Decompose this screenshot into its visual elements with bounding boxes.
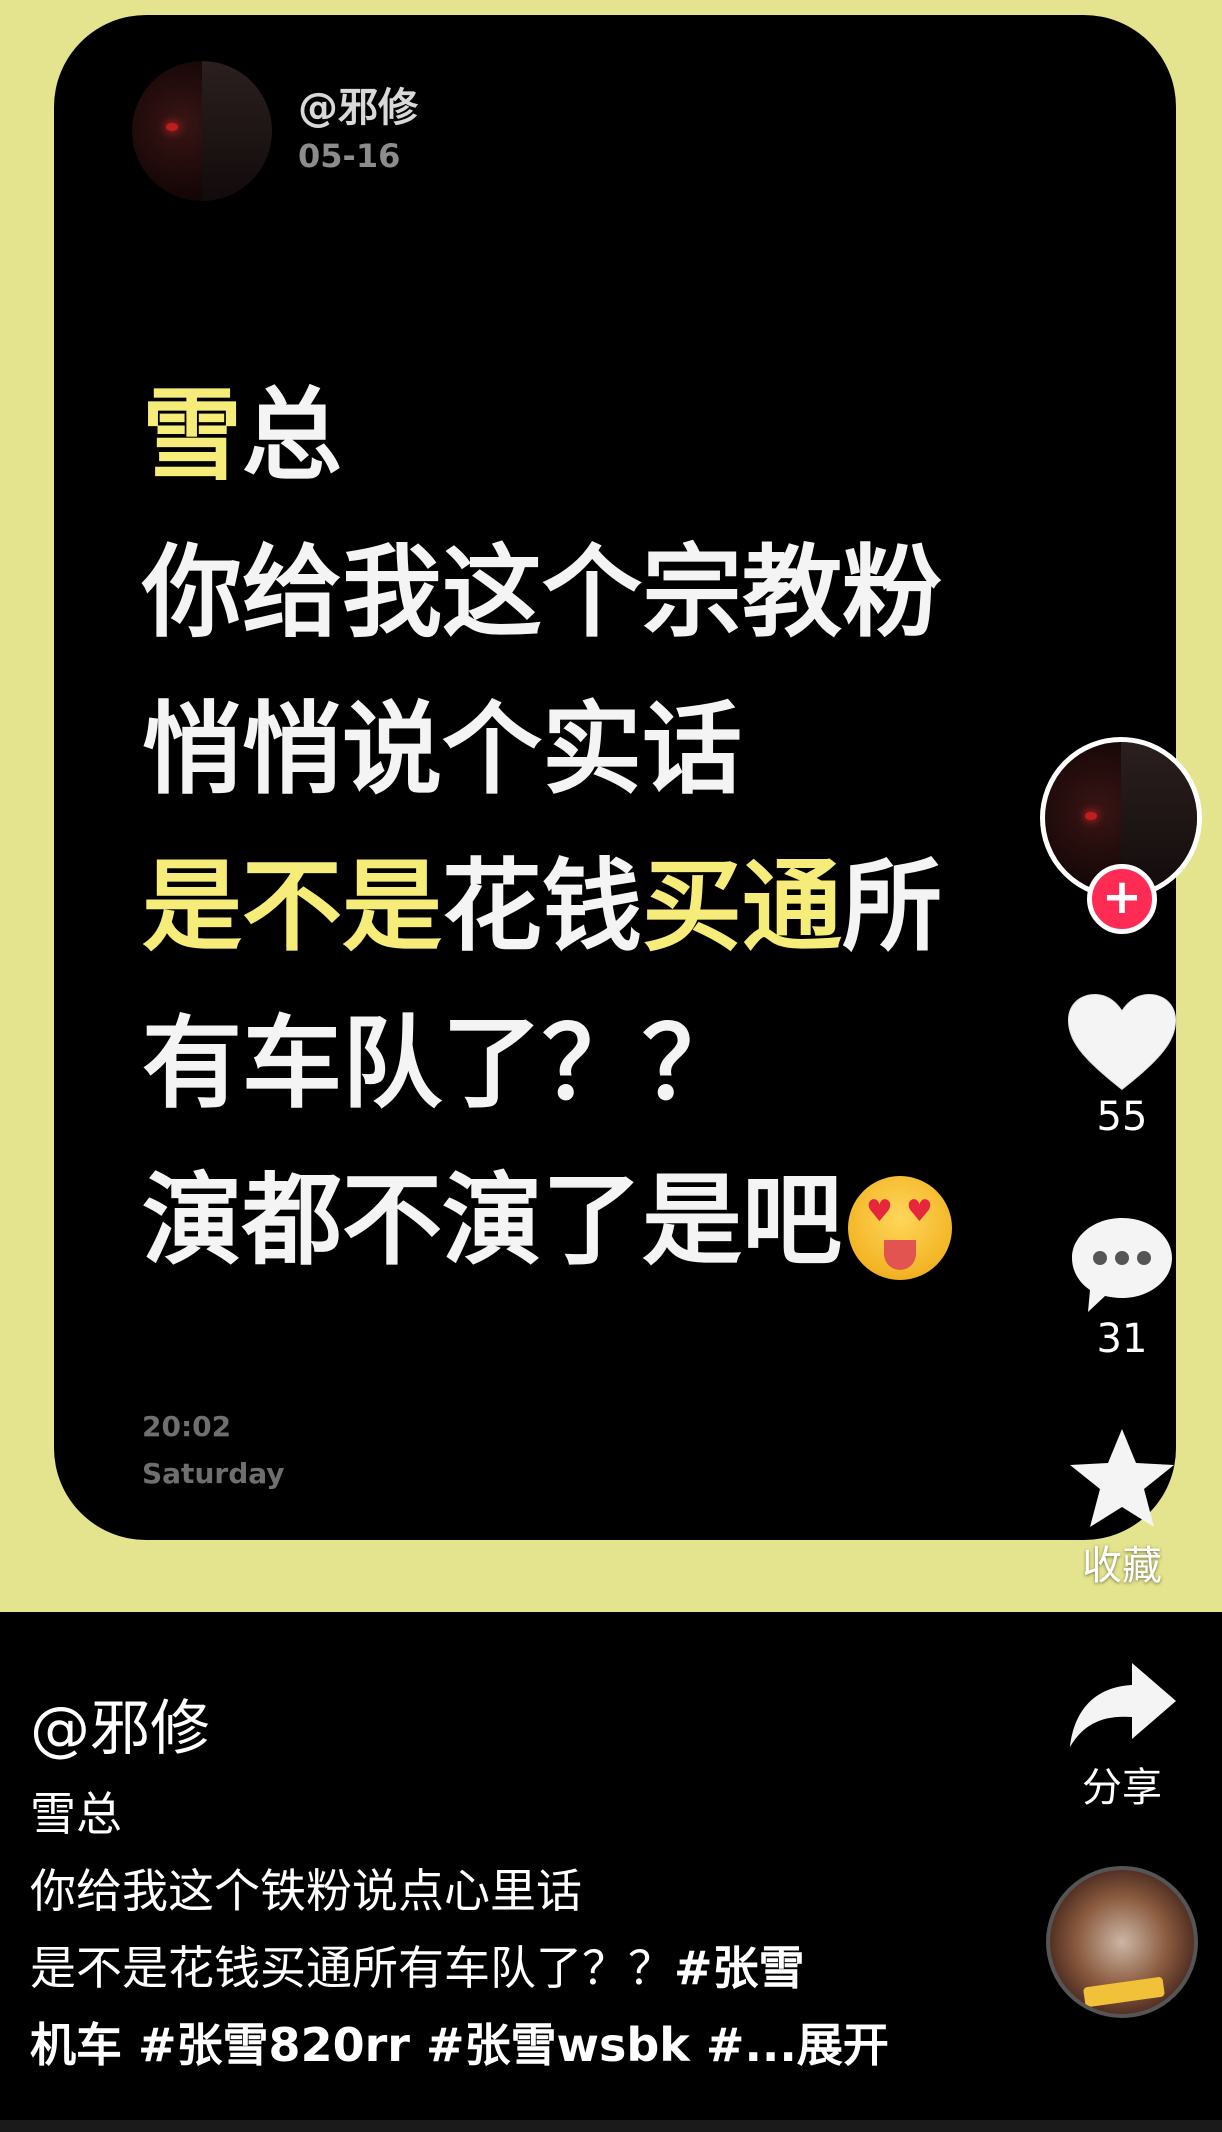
like-button[interactable]: 55 bbox=[1052, 990, 1192, 1140]
post-line-3: 悄悄说个实话 bbox=[142, 691, 742, 808]
post-author-name[interactable]: @邪修 bbox=[30, 1680, 210, 1767]
card-day: Saturday bbox=[142, 1457, 285, 1490]
post-line-1: 雪总 bbox=[142, 377, 342, 494]
music-disc-icon[interactable] bbox=[1046, 1866, 1198, 2018]
desc-line-2: 你给我这个铁粉说点心里话 bbox=[30, 1864, 582, 1918]
hashtags-and-expand[interactable]: 机车 #张雪820rr #张雪wsbk #...展开 bbox=[30, 2007, 1030, 2084]
share-button[interactable]: 分享 bbox=[1052, 1655, 1192, 1813]
favorite-label: 收藏 bbox=[1082, 1543, 1162, 1589]
post-line-2: 你给我这个宗教粉 bbox=[142, 534, 942, 651]
desc-line-1: 雪总 bbox=[30, 1787, 122, 1841]
follow-button[interactable]: + bbox=[1087, 864, 1157, 934]
card-time: 20:02 bbox=[142, 1410, 232, 1443]
post-image-card: @邪修 05-16 雪总 你给我这个宗教粉 悄悄说个实话 是不是花钱买通所 有车… bbox=[54, 15, 1176, 1540]
post-text-lines: 雪总 你给我这个宗教粉 悄悄说个实话 是不是花钱买通所 有车队了？？ 演都不演了… bbox=[142, 357, 1102, 1299]
comment-icon bbox=[1072, 1218, 1172, 1312]
star-icon bbox=[1070, 1429, 1174, 1527]
share-icon bbox=[1070, 1663, 1176, 1747]
post-line-4: 是不是花钱买通所 bbox=[142, 848, 942, 965]
card-avatar bbox=[132, 61, 272, 201]
like-count: 55 bbox=[1096, 1094, 1148, 1140]
heart-icon bbox=[1066, 992, 1178, 1092]
top-background: @邪修 05-16 雪总 你给我这个宗教粉 悄悄说个实话 是不是花钱买通所 有车… bbox=[0, 0, 1222, 1612]
heart-eyes-emoji-icon: ♥ ♥ bbox=[848, 1175, 952, 1280]
post-line-6: 演都不演了是吧 ♥ ♥ bbox=[142, 1142, 1102, 1299]
card-author-name: @邪修 bbox=[298, 85, 418, 131]
comment-button[interactable]: 31 bbox=[1052, 1212, 1192, 1362]
bottom-divider bbox=[0, 2120, 1222, 2132]
card-date: 05-16 bbox=[298, 137, 401, 175]
desc-line-3: 是不是花钱买通所有车队了？？#张雪 bbox=[30, 1941, 805, 1995]
post-description[interactable]: 雪总 你给我这个铁粉说点心里话 是不是花钱买通所有车队了？？#张雪 机车 #张雪… bbox=[30, 1776, 1030, 2084]
post-line-5: 有车队了？？ bbox=[142, 1005, 742, 1122]
hashtag-link[interactable]: #张雪 bbox=[674, 1941, 805, 1995]
comment-count: 31 bbox=[1096, 1316, 1148, 1362]
share-label: 分享 bbox=[1082, 1765, 1162, 1811]
favorite-button[interactable]: 收藏 bbox=[1052, 1425, 1192, 1591]
